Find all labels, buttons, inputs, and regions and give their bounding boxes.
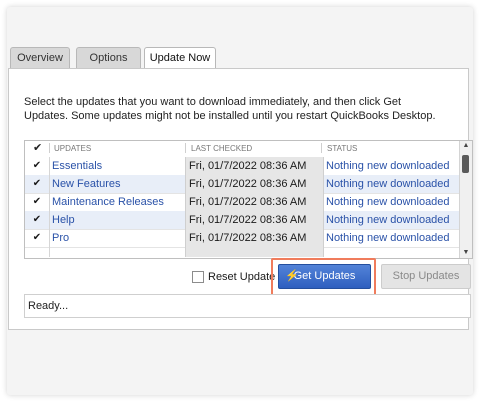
scroll-down-icon[interactable]: ▼ — [460, 248, 472, 258]
last-checked-value: Fri, 01/7/2022 08:36 AM — [185, 229, 324, 247]
last-checked-column-header[interactable]: LAST CHECKED — [191, 144, 252, 153]
table-row[interactable]: ✔ Help Fri, 01/7/2022 08:36 AM Nothing n… — [25, 211, 459, 230]
tab-overview[interactable]: Overview — [10, 47, 70, 68]
scroll-up-icon[interactable]: ▲ — [460, 141, 472, 151]
update-name: Pro — [52, 232, 70, 244]
row-checkbox[interactable]: ✔ — [25, 157, 50, 175]
stop-updates-button[interactable]: Stop Updates — [381, 264, 471, 289]
status-column-header[interactable]: STATUS — [327, 144, 357, 153]
status-text: Ready... — [28, 300, 69, 312]
update-status: Nothing new downloaded — [326, 178, 450, 190]
update-name: New Features — [52, 178, 121, 190]
table-row[interactable]: ✔ Pro Fri, 01/7/2022 08:36 AM Nothing ne… — [25, 229, 459, 248]
update-name: Essentials — [52, 160, 103, 172]
row-checkbox[interactable]: ✔ — [25, 211, 50, 229]
get-updates-button[interactable]: ⚡ Get Updates — [278, 264, 371, 289]
row-checkbox[interactable]: ✔ — [25, 229, 50, 247]
tab-update-now[interactable]: Update Now — [144, 47, 216, 69]
grid-scrollbar[interactable]: ▲ ▼ — [459, 141, 472, 258]
checkbox-icon[interactable] — [192, 271, 204, 284]
update-name: Help — [52, 214, 75, 226]
check-column-header[interactable]: ✔ — [33, 141, 42, 154]
tab-options[interactable]: Options — [76, 47, 141, 68]
grid-header: ✔ UPDATES LAST CHECKED STATUS — [25, 141, 459, 155]
update-status: Nothing new downloaded — [326, 160, 450, 172]
scroll-thumb[interactable] — [462, 155, 469, 173]
update-status: Nothing new downloaded — [326, 196, 450, 208]
row-checkbox[interactable]: ✔ — [25, 175, 50, 193]
table-row[interactable]: ✔ New Features Fri, 01/7/2022 08:36 AM N… — [25, 175, 459, 194]
table-row[interactable]: ✔ Essentials Fri, 01/7/2022 08:36 AM Not… — [25, 157, 459, 176]
reset-update-checkbox[interactable]: Reset Update — [192, 270, 275, 284]
update-name: Maintenance Releases — [52, 196, 164, 208]
update-status: Nothing new downloaded — [326, 232, 450, 244]
row-checkbox[interactable]: ✔ — [25, 193, 50, 211]
last-checked-value: Fri, 01/7/2022 08:36 AM — [185, 193, 324, 211]
updates-column-header[interactable]: UPDATES — [54, 144, 91, 153]
reset-update-label: Reset Update — [208, 271, 276, 283]
empty-row — [25, 247, 459, 257]
last-checked-value: Fri, 01/7/2022 08:36 AM — [185, 211, 324, 229]
stop-updates-label: Stop Updates — [392, 270, 460, 282]
get-updates-label: Get Updates — [293, 270, 356, 282]
lightning-bolt-icon: ⚡ — [285, 270, 299, 282]
updates-grid: ✔ UPDATES LAST CHECKED STATUS ✔ Essentia… — [24, 140, 473, 259]
instructions-text: Select the updates that you want to down… — [24, 96, 436, 122]
last-checked-value: Fri, 01/7/2022 08:36 AM — [185, 157, 324, 175]
table-row[interactable]: ✔ Maintenance Releases Fri, 01/7/2022 08… — [25, 193, 459, 212]
status-field: Ready... — [24, 294, 471, 318]
last-checked-value: Fri, 01/7/2022 08:36 AM — [185, 175, 324, 193]
update-status: Nothing new downloaded — [326, 214, 450, 226]
